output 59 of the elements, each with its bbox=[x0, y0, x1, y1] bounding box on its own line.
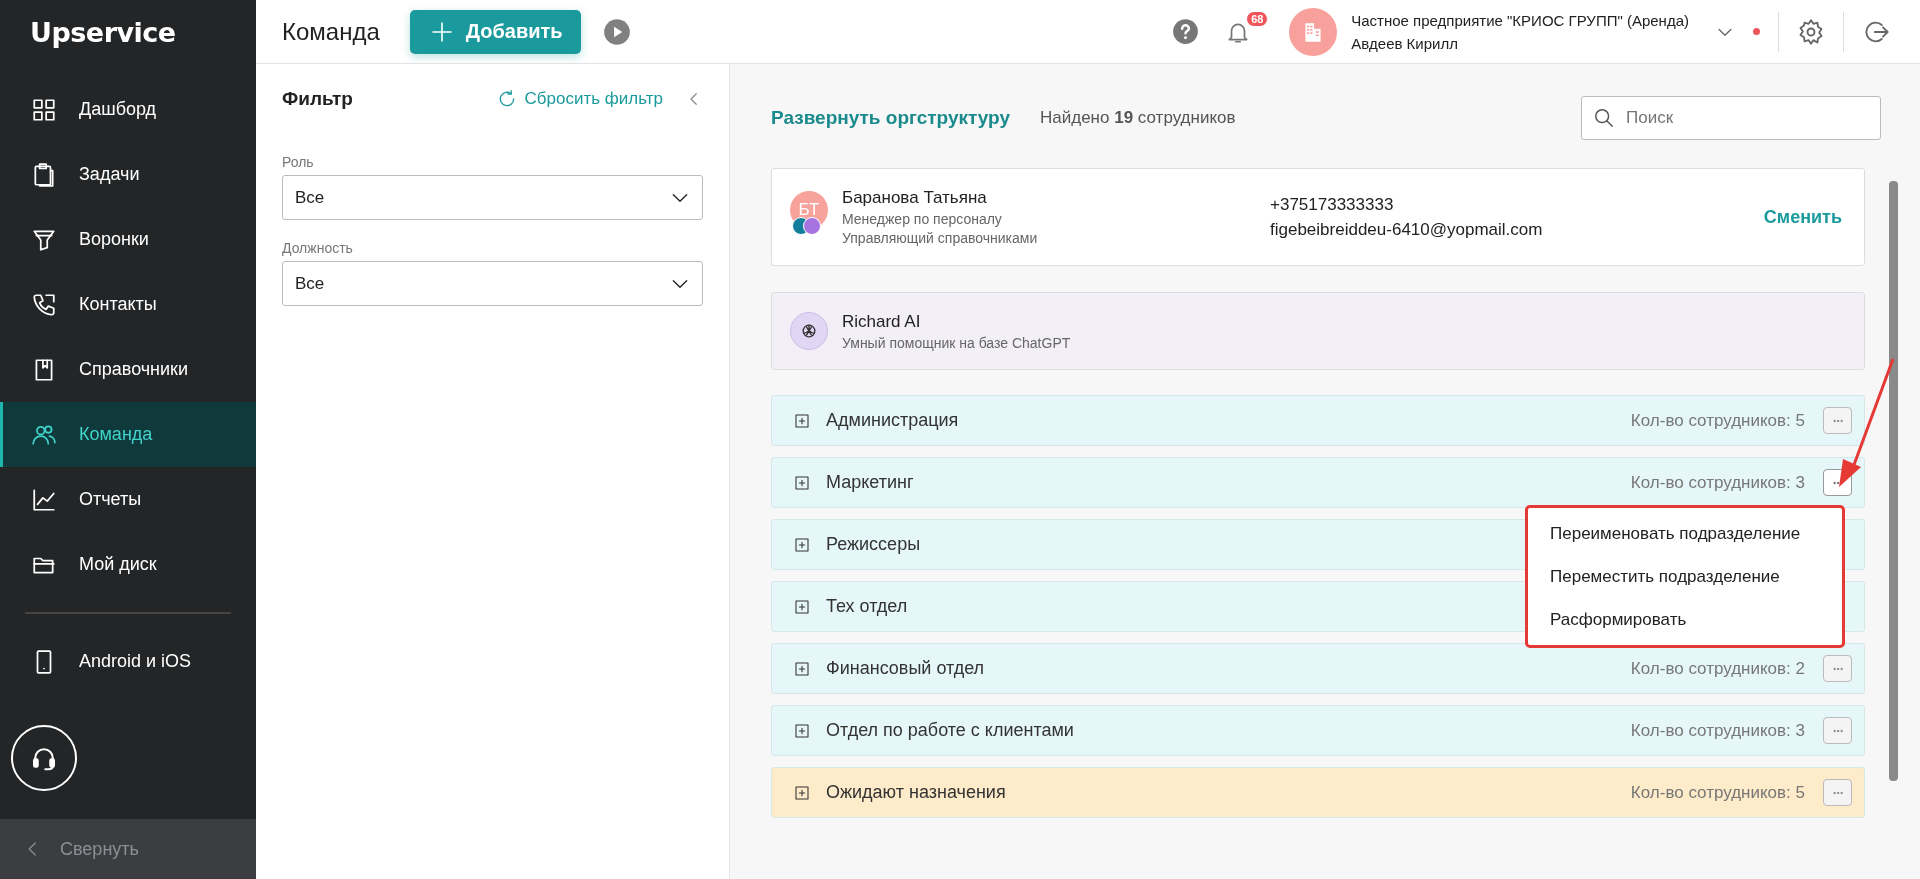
support-button[interactable] bbox=[11, 725, 77, 791]
user-name: Авдеев Кирилл bbox=[1351, 34, 1459, 52]
plus-square-icon bbox=[794, 722, 810, 739]
assistant-name: Richard AI bbox=[842, 311, 922, 332]
help-icon[interactable] bbox=[1172, 18, 1200, 45]
found-count: Найдено 19 сотрудников bbox=[1040, 108, 1237, 128]
employee-role: Менеджер по персоналу bbox=[842, 211, 1003, 227]
phone-number: +375173333333 bbox=[1270, 194, 1395, 215]
plus-square-icon bbox=[794, 784, 810, 801]
search-field[interactable]: Поиск bbox=[1581, 96, 1881, 140]
status-dot bbox=[1753, 28, 1760, 35]
role-badge bbox=[803, 217, 821, 235]
company-name: Частное предприятие "КРИОС ГРУПП" (Аренда) bbox=[1351, 11, 1689, 29]
sidebar-item[interactable]: Задачи bbox=[0, 142, 256, 207]
sidebar-item[interactable]: Дашборд bbox=[0, 77, 256, 142]
sidebar-item[interactable]: Справочники bbox=[0, 337, 256, 402]
employee-count: Кол-во сотрудников: 2 bbox=[1630, 658, 1805, 679]
plus-square-icon bbox=[794, 598, 810, 615]
employee-role: Управляющий справочниками bbox=[842, 230, 1039, 246]
sidebar-item[interactable]: Воронки bbox=[0, 207, 256, 272]
grid-icon bbox=[31, 96, 57, 123]
field-label: Роль bbox=[282, 154, 315, 170]
expand-structure-link[interactable]: Развернуть оргструктуру bbox=[771, 107, 1010, 129]
plus-square-icon bbox=[794, 660, 810, 677]
chart-icon bbox=[31, 486, 57, 513]
department-row[interactable]: Финансовый отдел Кол-во сотрудников: 2 bbox=[771, 643, 1865, 694]
select-field[interactable]: Все bbox=[282, 175, 703, 220]
field-label: Должность bbox=[282, 240, 354, 256]
play-icon[interactable] bbox=[602, 17, 631, 46]
clipboard-icon bbox=[31, 161, 57, 188]
reset-filter-link[interactable]: Сбросить фильтр bbox=[496, 89, 663, 109]
assistant-description: Умный помощник на базе ChatGPT bbox=[842, 334, 1072, 351]
scrollbar[interactable] bbox=[1889, 181, 1898, 781]
employee-count: Кол-во сотрудников: 5 bbox=[1630, 410, 1805, 431]
department-row[interactable]: Ожидают назначения Кол-во сотрудников: 5 bbox=[771, 767, 1865, 818]
sidebar-item[interactable]: Android и iOS bbox=[0, 629, 256, 694]
sidebar-item[interactable]: Отчеты bbox=[0, 467, 256, 532]
email-address: figebeibreiddeu-6410@yopmail.com bbox=[1270, 219, 1544, 240]
department-row[interactable]: Отдел по работе с клиентами Кол-во сотрудников: 3 bbox=[771, 705, 1865, 756]
sidebar-item[interactable]: Контакты bbox=[0, 272, 256, 337]
sidebar-item[interactable]: Мой диск bbox=[0, 532, 256, 597]
page-title: Команда bbox=[282, 17, 380, 46]
sidebar-item[interactable]: Команда bbox=[0, 402, 256, 467]
department-row[interactable]: Администрация Кол-во сотрудников: 5 bbox=[771, 395, 1865, 446]
employee-name: Баранова Татьяна bbox=[842, 188, 988, 208]
logo: Upservice bbox=[29, 15, 177, 50]
notification-badge: 68 bbox=[1246, 10, 1269, 27]
phone-icon bbox=[31, 291, 57, 318]
select-field[interactable]: Все bbox=[282, 261, 703, 306]
search-icon bbox=[1593, 107, 1615, 129]
plus-square-icon bbox=[794, 536, 810, 553]
plus-square-icon bbox=[794, 474, 810, 491]
employee-count: Кол-во сотрудников: 5 bbox=[1630, 782, 1805, 803]
plus-icon bbox=[429, 19, 454, 44]
employee-count: Кол-во сотрудников: 3 bbox=[1630, 472, 1805, 493]
filter-title: Фильтр bbox=[282, 88, 354, 110]
employee-count: Кол-во сотрудников: 3 bbox=[1630, 720, 1805, 741]
plus-square-icon bbox=[794, 412, 810, 429]
settings-icon[interactable] bbox=[1797, 17, 1825, 46]
